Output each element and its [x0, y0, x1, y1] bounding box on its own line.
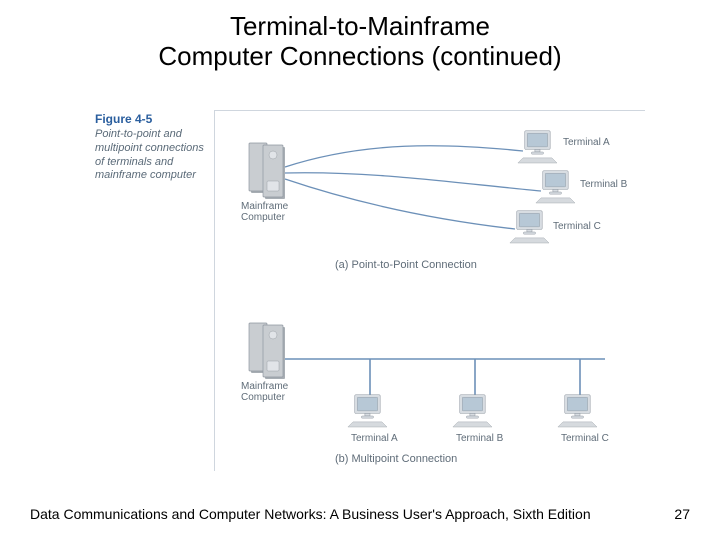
- footer-text: Data Communications and Computer Network…: [30, 506, 591, 522]
- label-mainframe-a: Mainframe Computer: [241, 201, 288, 223]
- label-terminal-a-top: Terminal A: [563, 137, 610, 148]
- title-line-1: Terminal-to-Mainframe: [230, 11, 490, 41]
- sub-caption-b: (b) Multipoint Connection: [335, 453, 457, 465]
- page-number: 27: [674, 506, 690, 522]
- figure-caption: Point-to-point and multipoint connection…: [95, 128, 205, 183]
- label-terminal-b-bot: Terminal B: [456, 433, 503, 444]
- slide: Terminal-to-Mainframe Computer Connectio…: [0, 0, 720, 540]
- sub-caption-a: (a) Point-to-Point Connection: [335, 259, 477, 271]
- figure-number: Figure 4-5: [95, 112, 152, 126]
- title-line-2: Computer Connections (continued): [158, 41, 561, 71]
- diagram-panel: Mainframe Computer Terminal A Terminal B…: [214, 110, 645, 471]
- label-terminal-b-top: Terminal B: [580, 179, 627, 190]
- slide-footer: Data Communications and Computer Network…: [30, 506, 690, 522]
- label-terminal-c-bot: Terminal C: [561, 433, 609, 444]
- slide-title: Terminal-to-Mainframe Computer Connectio…: [0, 12, 720, 72]
- label-terminal-a-bot: Terminal A: [351, 433, 398, 444]
- diagram-svg: [215, 111, 645, 471]
- label-terminal-c-top: Terminal C: [553, 221, 601, 232]
- label-mainframe-b: Mainframe Computer: [241, 381, 288, 403]
